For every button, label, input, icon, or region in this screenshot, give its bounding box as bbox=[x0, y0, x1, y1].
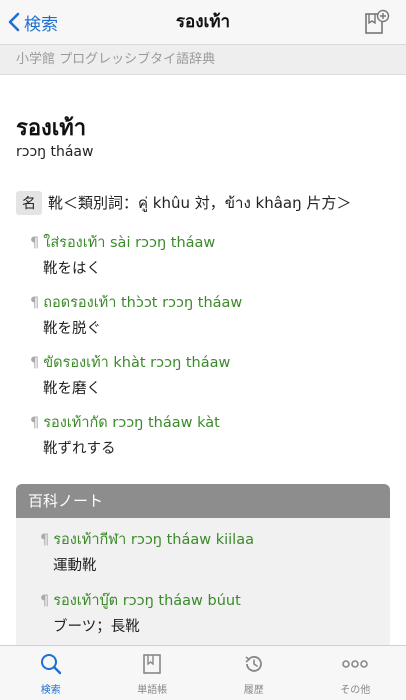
example-thai: ใส่รองเท้า sài rɔɔŋ tháaw bbox=[43, 235, 216, 251]
part-of-speech-badge: 名 bbox=[16, 191, 42, 215]
entry-content[interactable]: รองเท้า rɔɔŋ tháaw 名 靴＜類別詞：คู่ khûu 対，ข้… bbox=[0, 76, 406, 646]
tab-label: その他 bbox=[340, 685, 371, 696]
pilcrow-icon: ¶ bbox=[30, 295, 40, 311]
note-item[interactable]: ¶ รองเท้าบู๊ต rɔɔŋ tháaw búut ブーツ；長靴 bbox=[40, 589, 241, 635]
pilcrow-icon: ¶ bbox=[30, 415, 40, 431]
tab-wordbook[interactable]: 単語帳 bbox=[102, 646, 204, 700]
note-meaning: 運動靴 bbox=[53, 558, 97, 574]
tab-label: 単語帳 bbox=[137, 685, 168, 696]
tab-bar: 検索 単語帳 履歴 その他 bbox=[0, 645, 406, 700]
search-icon bbox=[40, 654, 61, 675]
tab-search[interactable]: 検索 bbox=[0, 646, 102, 700]
example-meaning: 靴をはく bbox=[43, 261, 101, 277]
example-item[interactable]: ¶ รองเท้ากัด rɔɔŋ tháaw kàt 靴ずれする bbox=[30, 411, 220, 457]
dictionary-name: 小学館 プログレッシブタイ語辞典 bbox=[0, 45, 406, 75]
tab-more[interactable]: その他 bbox=[305, 646, 406, 700]
navigation-bar: 検索 รองเท้า bbox=[0, 0, 406, 45]
add-to-wordbook-icon bbox=[365, 9, 390, 34]
pronunciation: rɔɔŋ tháaw bbox=[16, 144, 94, 160]
tab-history[interactable]: 履歴 bbox=[203, 646, 305, 700]
example-thai: ขัดรองเท้า khàt rɔɔŋ tháaw bbox=[43, 355, 231, 371]
pilcrow-icon: ¶ bbox=[40, 532, 50, 548]
example-meaning: 靴を脱ぐ bbox=[43, 321, 101, 337]
pilcrow-icon: ¶ bbox=[30, 235, 40, 251]
note-item[interactable]: ¶ รองเท้ากีฬา rɔɔŋ tháaw kiilaa 運動靴 bbox=[40, 528, 254, 574]
example-item[interactable]: ¶ ขัดรองเท้า khàt rɔɔŋ tháaw 靴を磨く bbox=[30, 351, 231, 397]
note-title: 百科ノート bbox=[16, 484, 390, 518]
encyclopedia-note: 百科ノート ¶ รองเท้ากีฬา rɔɔŋ tháaw kiilaa 運動靴… bbox=[16, 484, 390, 646]
pilcrow-icon: ¶ bbox=[40, 593, 50, 609]
book-icon bbox=[143, 654, 162, 674]
tab-label: 検索 bbox=[40, 685, 61, 696]
definition-line: 名 靴＜類別詞：คู่ khûu 対，ข้าง khâaŋ 片方＞ bbox=[16, 191, 351, 215]
note-meaning: ブーツ；長靴 bbox=[53, 619, 140, 635]
pilcrow-icon: ¶ bbox=[30, 355, 40, 371]
example-item[interactable]: ¶ ถอดรองเท้า thɔ̀ɔt rɔɔŋ tháaw 靴を脱ぐ bbox=[30, 291, 243, 337]
headword: รองเท้า bbox=[16, 116, 87, 141]
example-meaning: 靴ずれする bbox=[43, 441, 116, 457]
history-icon bbox=[245, 656, 262, 672]
example-item[interactable]: ¶ ใส่รองเท้า sài rɔɔŋ tháaw 靴をはく bbox=[30, 231, 216, 277]
note-thai: รองเท้าบู๊ต rɔɔŋ tháaw búut bbox=[53, 593, 241, 609]
example-thai: รองเท้ากัด rɔɔŋ tháaw kàt bbox=[43, 415, 220, 431]
add-bookmark-button[interactable] bbox=[364, 9, 390, 35]
example-thai: ถอดรองเท้า thɔ̀ɔt rɔɔŋ tháaw bbox=[43, 295, 243, 311]
definition-text: 靴＜類別詞：คู่ khûu 対，ข้าง khâaŋ 片方＞ bbox=[48, 194, 352, 212]
note-thai: รองเท้ากีฬา rɔɔŋ tháaw kiilaa bbox=[53, 532, 254, 548]
page-title: รองเท้า bbox=[175, 12, 231, 32]
tab-label: 履歴 bbox=[243, 685, 264, 696]
example-meaning: 靴を磨く bbox=[43, 381, 101, 397]
more-icon bbox=[342, 660, 369, 668]
